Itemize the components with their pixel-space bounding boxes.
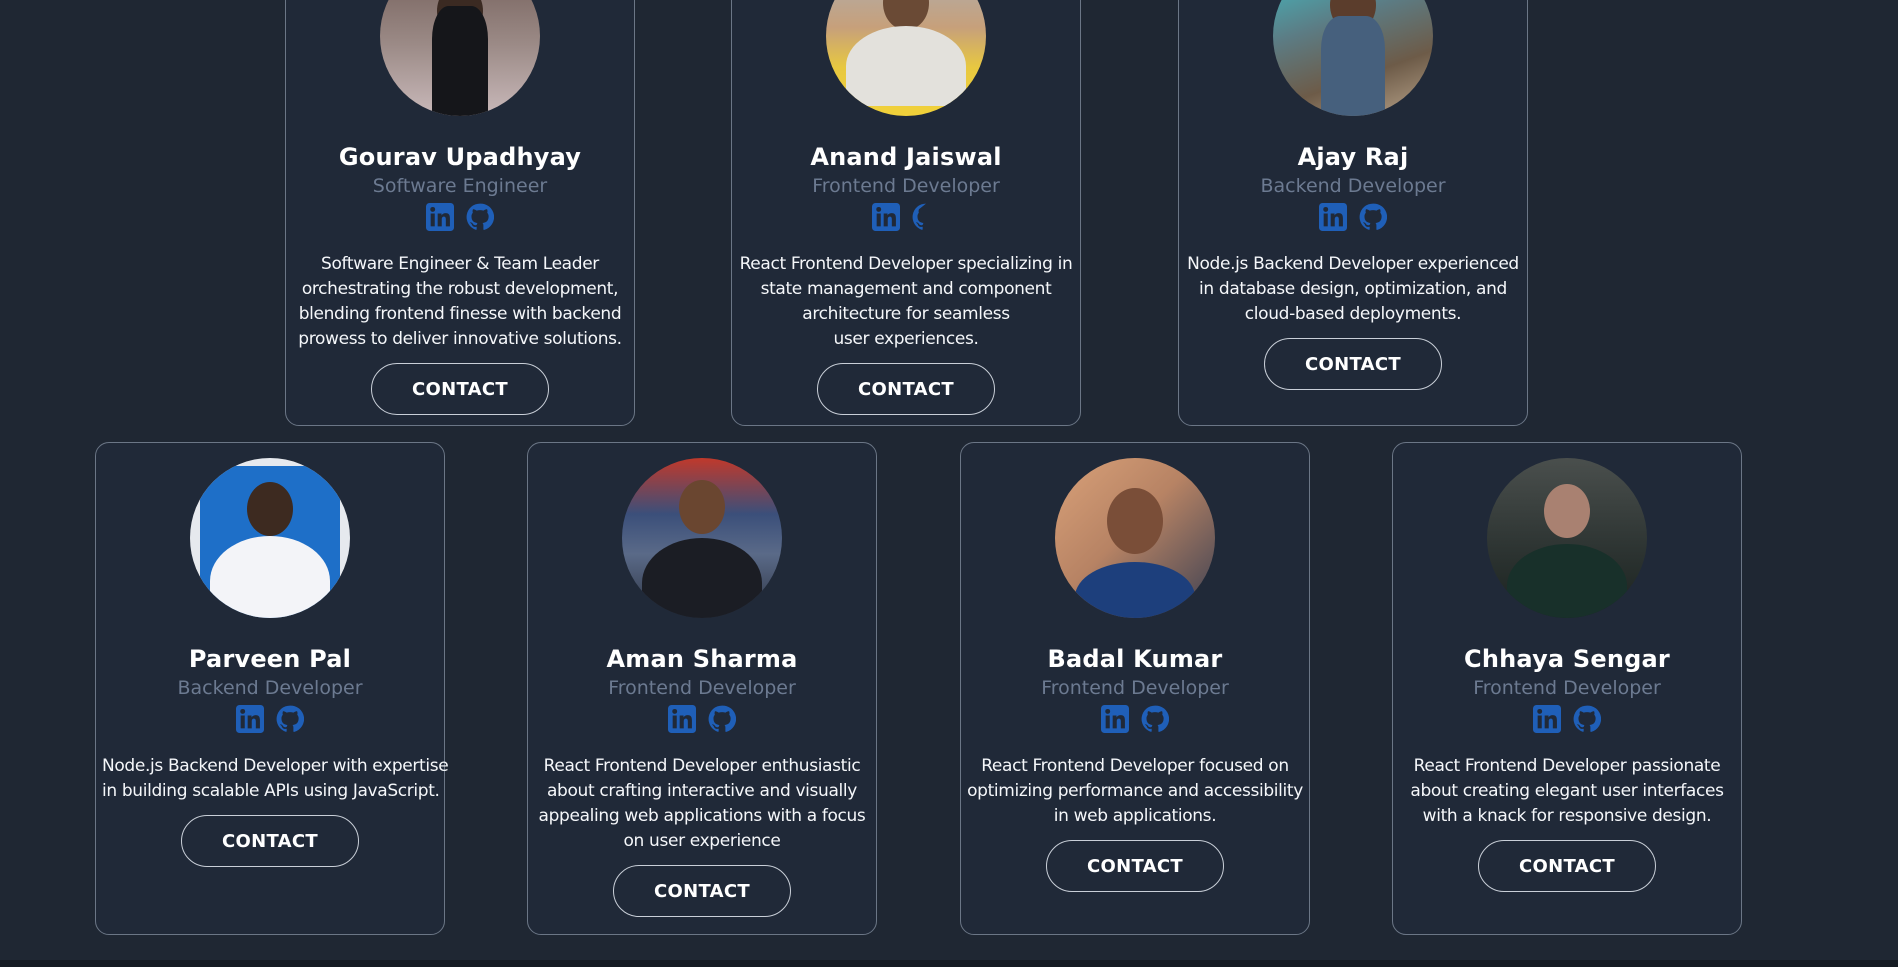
member-description: React Frontend Developer passionate about… [1410,756,1724,826]
contact-button[interactable]: CONTACT [817,363,995,415]
github-icon[interactable] [276,705,304,733]
avatar [826,0,986,116]
social-links [236,704,304,734]
contact-button[interactable]: CONTACT [1264,338,1442,390]
member-role: Frontend Developer [1473,677,1661,699]
member-name: Aman Sharma [606,645,798,673]
member-role: Backend Developer [177,677,363,699]
social-links [1101,704,1169,734]
member-name: Ajay Raj [1297,143,1409,171]
github-icon[interactable] [708,705,736,733]
github-icon[interactable] [466,203,494,231]
linkedin-icon[interactable] [1319,203,1347,231]
member-description: React Frontend Developer focused on optim… [967,756,1303,826]
linkedin-icon[interactable] [426,203,454,231]
member-role: Frontend Developer [608,677,796,699]
team-card-badal: Badal Kumar Frontend Developer React Fro… [960,442,1310,935]
team-card-ajay: Ajay Raj Backend Developer Node.js Backe… [1178,0,1528,426]
member-role: Frontend Developer [812,175,1000,197]
member-name: Parveen Pal [188,645,352,673]
linkedin-icon[interactable] [236,705,264,733]
github-icon[interactable] [1359,203,1387,231]
social-links [1319,202,1387,232]
avatar [622,458,782,618]
member-role: Backend Developer [1260,175,1446,197]
linkedin-icon[interactable] [872,203,900,231]
contact-button[interactable]: CONTACT [1478,840,1656,892]
member-description: Software Engineer & Team Leader orchestra… [298,254,622,349]
avatar [1055,458,1215,618]
github-icon[interactable] [1141,705,1169,733]
avatar [380,0,540,116]
team-card-chhaya: Chhaya Sengar Frontend Developer React F… [1392,442,1742,935]
social-links [1533,704,1601,734]
member-role: Software Engineer [372,175,548,197]
member-name: Gourav Upadhyay [338,143,582,171]
member-name: Chhaya Sengar [1464,645,1670,673]
team-card-gourav: Gourav Upadhyay Software Engineer Softwa… [285,0,635,426]
contact-button[interactable]: CONTACT [613,865,791,917]
avatar [1487,458,1647,618]
member-description: Node.js Backend Developer experienced in … [1187,254,1519,324]
linkedin-icon[interactable] [1533,705,1561,733]
social-links [872,202,940,232]
member-name: Anand Jaiswal [810,143,1002,171]
team-card-anand: Anand Jaiswal Frontend Developer React F… [731,0,1081,426]
footer-edge [0,960,1898,967]
linkedin-icon[interactable] [668,705,696,733]
linkedin-icon[interactable] [1101,705,1129,733]
social-links [426,202,494,232]
contact-button[interactable]: CONTACT [1046,840,1224,892]
team-section: Gourav Upadhyay Software Engineer Softwa… [0,0,1898,967]
member-role: Frontend Developer [1041,677,1229,699]
member-description: Node.js Backend Developer with expertise… [102,756,449,801]
github-icon[interactable] [912,203,940,231]
github-icon[interactable] [1573,705,1601,733]
member-name: Badal Kumar [1047,645,1223,673]
contact-button[interactable]: CONTACT [181,815,359,867]
member-description: React Frontend Developer enthusiastic abo… [538,756,866,851]
team-card-aman: Aman Sharma Frontend Developer React Fro… [527,442,877,935]
contact-button[interactable]: CONTACT [371,363,549,415]
team-card-parveen: Parveen Pal Backend Developer Node.js Ba… [95,442,449,935]
avatar [1273,0,1433,116]
social-links [668,704,736,734]
avatar [190,458,350,618]
member-description: React Frontend Developer specializing in… [739,254,1073,349]
